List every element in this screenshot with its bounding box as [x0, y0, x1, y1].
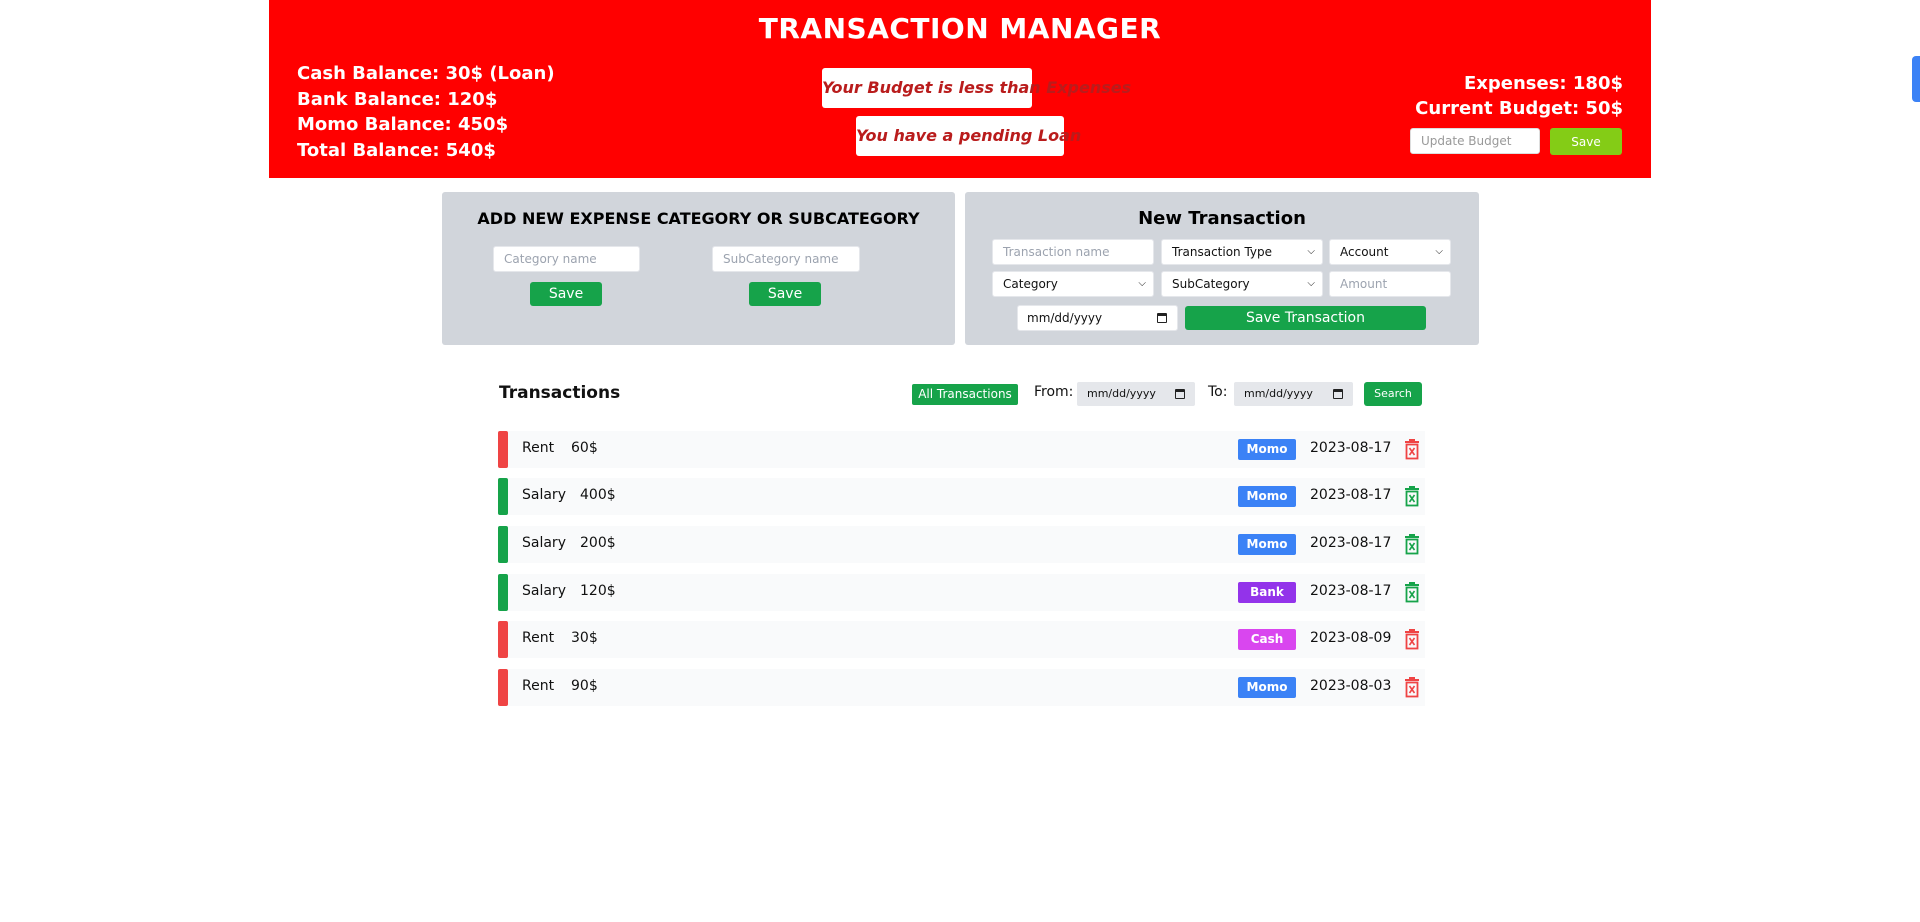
to-date-value: mm/dd/yyyy — [1244, 387, 1313, 400]
expenses-total: Expenses: 180$ — [1463, 73, 1623, 94]
from-date-input[interactable]: mm/dd/yyyy — [1077, 382, 1195, 406]
category-panel-title: ADD NEW EXPENSE CATEGORY OR SUBCATEGORY — [477, 209, 920, 228]
calendar-icon[interactable] — [1175, 389, 1185, 399]
transaction-name: Rent — [522, 440, 555, 456]
total-balance: Total Balance: 540$ — [297, 139, 496, 161]
new-transaction-title: New Transaction — [1138, 208, 1306, 229]
transaction-name: Salary — [522, 487, 566, 503]
account-badge: Momo — [1238, 677, 1296, 698]
account-badge: Cash — [1238, 629, 1296, 650]
category-select[interactable]: Category ⌵ — [992, 271, 1154, 297]
transaction-name: Rent — [522, 630, 555, 646]
loan-alert: You have a pending Loan — [856, 116, 1081, 156]
transaction-type-bar — [498, 431, 508, 468]
category-panel: ADD NEW EXPENSE CATEGORY OR SUBCATEGORY … — [442, 192, 955, 345]
all-transactions-button[interactable]: All Transactions — [912, 384, 1018, 405]
transaction-type-bar — [498, 621, 508, 658]
transaction-name-input[interactable]: Transaction name — [992, 239, 1154, 265]
transactions-title: Transactions — [499, 383, 621, 403]
trash-icon[interactable] — [1402, 677, 1422, 699]
save-transaction-button[interactable]: Save Transaction — [1185, 306, 1426, 330]
transaction-date: 2023-08-09 — [1310, 630, 1392, 646]
transaction-name: Salary — [522, 583, 566, 599]
transaction-type-bar — [498, 478, 508, 515]
transaction-row: Salary 120$ Bank 2023-08-17 — [498, 574, 1425, 611]
balances-summary: Cash Balance: 30$ (Loan) Bank Balance: 1… — [297, 61, 555, 163]
new-transaction-panel: New Transaction Transaction name Transac… — [965, 192, 1479, 345]
current-budget: Current Budget: 50$ — [1415, 98, 1623, 119]
trash-icon[interactable] — [1402, 582, 1422, 604]
trash-icon[interactable] — [1402, 534, 1422, 556]
trash-icon[interactable] — [1402, 486, 1422, 508]
transaction-row: Rent 60$ Momo 2023-08-17 — [498, 431, 1425, 468]
category-value: Category — [1003, 277, 1058, 291]
transaction-date-input[interactable]: mm/dd/yyyy — [1017, 305, 1178, 331]
account-badge: Momo — [1238, 534, 1296, 555]
momo-balance: Momo Balance: 450$ — [297, 114, 509, 135]
from-date-value: mm/dd/yyyy — [1087, 387, 1156, 400]
transaction-row: Salary 200$ Momo 2023-08-17 — [498, 526, 1425, 563]
transaction-name: Salary — [522, 535, 566, 551]
transaction-amount: 200$ — [580, 535, 616, 551]
transaction-date: 2023-08-17 — [1310, 535, 1392, 551]
transaction-amount: 120$ — [580, 583, 616, 599]
chevron-down-icon: ⌵ — [1307, 278, 1315, 289]
category-name-input[interactable]: Category name — [493, 246, 640, 272]
cash-balance: Cash Balance: 30$ (Loan) — [297, 63, 555, 84]
to-date-input[interactable]: mm/dd/yyyy — [1234, 382, 1353, 406]
transaction-row: Salary 400$ Momo 2023-08-17 — [498, 478, 1425, 515]
save-subcategory-button[interactable]: Save — [749, 282, 821, 306]
bank-balance: Bank Balance: 120$ — [297, 88, 498, 110]
to-label: To: — [1208, 384, 1228, 400]
account-badge: Bank — [1238, 582, 1296, 603]
transaction-type-bar — [498, 526, 508, 563]
transaction-type-select[interactable]: Transaction Type ⌵ — [1161, 239, 1323, 265]
transaction-name: Rent — [522, 678, 555, 694]
budget-alert: Your Budget is less than Expenses — [822, 68, 1131, 108]
calendar-icon[interactable] — [1157, 313, 1167, 323]
trash-icon[interactable] — [1402, 629, 1422, 651]
chevron-down-icon: ⌵ — [1138, 278, 1146, 289]
app-header: TRANSACTION MANAGER Cash Balance: 30$ (L… — [269, 0, 1651, 178]
account-badge: Momo — [1238, 486, 1296, 507]
from-label: From: — [1034, 384, 1074, 400]
page-title: TRANSACTION MANAGER — [758, 12, 1162, 45]
transaction-type-value: Transaction Type — [1172, 245, 1273, 259]
trash-icon[interactable] — [1402, 439, 1422, 461]
transaction-date: 2023-08-17 — [1310, 487, 1392, 503]
transaction-date: 2023-08-03 — [1310, 678, 1392, 694]
transaction-row: Rent 30$ Cash 2023-08-09 — [498, 621, 1425, 658]
transaction-amount: 60$ — [571, 440, 598, 456]
calendar-icon[interactable] — [1333, 389, 1343, 399]
budget-summary: Expenses: 180$ Current Budget: 50$ — [1415, 71, 1623, 121]
transaction-type-bar — [498, 669, 508, 706]
transaction-date: 2023-08-17 — [1310, 583, 1392, 599]
update-budget-input[interactable] — [1410, 128, 1540, 154]
transaction-amount: 400$ — [580, 487, 616, 503]
transaction-type-bar — [498, 574, 508, 611]
save-category-button[interactable]: Save — [530, 282, 602, 306]
transaction-amount: 30$ — [571, 630, 598, 646]
transaction-date-value: mm/dd/yyyy — [1027, 311, 1103, 325]
account-select[interactable]: Account ⌵ — [1329, 239, 1451, 265]
account-value: Account — [1340, 245, 1389, 259]
side-drawer-tab[interactable] — [1912, 56, 1920, 102]
save-budget-button[interactable]: Save — [1550, 128, 1622, 155]
chevron-down-icon: ⌵ — [1307, 246, 1315, 257]
transaction-date: 2023-08-17 — [1310, 440, 1392, 456]
search-button[interactable]: Search — [1364, 382, 1422, 406]
transaction-row: Rent 90$ Momo 2023-08-03 — [498, 669, 1425, 706]
transaction-amount: 90$ — [571, 678, 598, 694]
account-badge: Momo — [1238, 439, 1296, 460]
subcategory-name-input[interactable]: SubCategory name — [712, 246, 860, 272]
subcategory-value: SubCategory — [1172, 277, 1250, 291]
chevron-down-icon: ⌵ — [1435, 246, 1443, 257]
subcategory-select[interactable]: SubCategory ⌵ — [1161, 271, 1323, 297]
amount-input[interactable]: Amount — [1329, 271, 1451, 297]
